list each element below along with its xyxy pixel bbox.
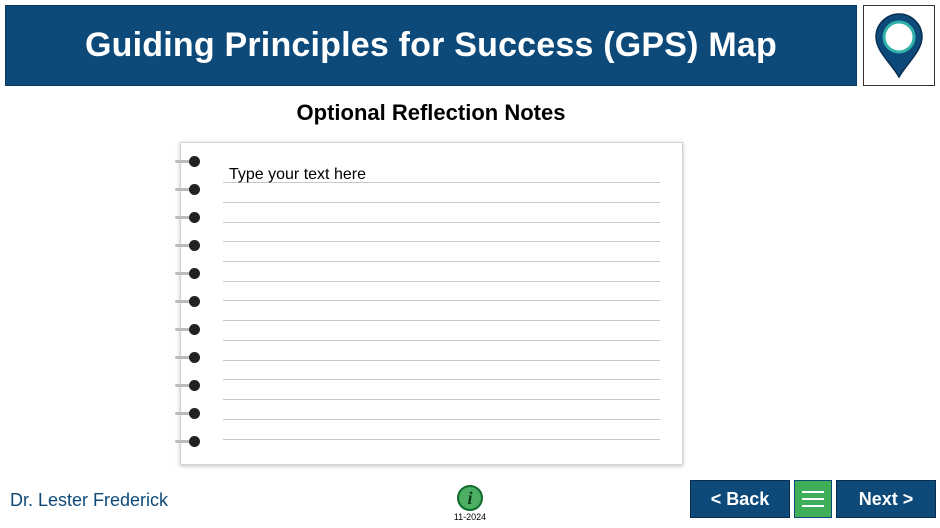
ruled-line [223,222,660,223]
spiral-ring [175,156,203,168]
spiral-ring [175,268,203,280]
menu-button[interactable] [794,480,832,518]
map-pin-icon [875,12,923,79]
ruled-line [223,379,660,380]
hamburger-menu-icon [802,491,824,493]
page-title: Guiding Principles for Success (GPS) Map [85,26,777,64]
ruled-line [223,399,660,400]
map-pin-box [863,5,935,86]
ruled-line [223,320,660,321]
ruled-line [223,419,660,420]
spiral-ring [175,380,203,392]
spiral-ring [175,240,203,252]
ruled-line [223,340,660,341]
back-button[interactable]: < Back [690,480,790,518]
next-button[interactable]: Next > [836,480,936,518]
ruled-line [223,261,660,262]
spiral-ring [175,324,203,336]
spiral-ring [175,212,203,224]
ruled-line [223,439,660,440]
info-icon[interactable]: i [457,485,483,511]
info-area: i 11-2024 [451,485,489,522]
reflection-notes-input[interactable] [229,165,649,185]
ruled-line [223,360,660,361]
notebook [175,142,683,465]
spiral-ring [175,296,203,308]
spiral-binding [175,143,215,466]
spiral-ring [175,184,203,196]
spiral-ring [175,352,203,364]
notes-title: Optional Reflection Notes [296,100,566,125]
header-banner: Guiding Principles for Success (GPS) Map [5,5,857,86]
ruled-line [223,300,660,301]
ruled-line [223,202,660,203]
date-label: 11-2024 [453,512,487,522]
ruled-line [223,281,660,282]
spiral-ring [175,436,203,448]
spiral-ring [175,408,203,420]
author-name: Dr. Lester Frederick [10,490,169,510]
ruled-line [223,241,660,242]
